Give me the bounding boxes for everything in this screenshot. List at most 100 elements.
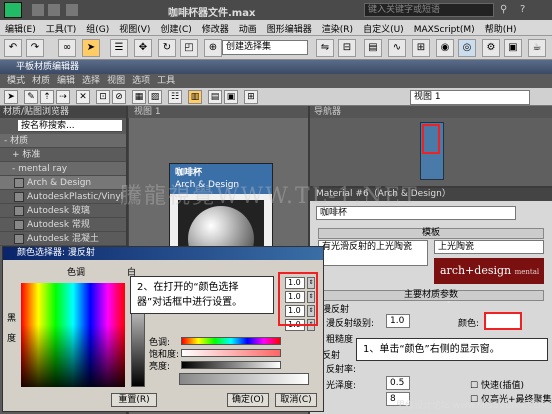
put-to-scene-icon[interactable]: ⇡ [40,90,54,104]
material-swatch-icon [14,219,24,230]
roughness-label: 粗糙度 [326,335,354,345]
value-slider[interactable] [181,361,281,369]
material-editor-icon[interactable]: ◉ [436,39,454,57]
main-params-rollout[interactable]: 主要材质参数 [318,290,544,301]
hue-label: 色调 [67,268,86,278]
menu-graph-editors[interactable]: 图形编辑器 [262,20,317,37]
delete-icon[interactable]: ✕ [76,90,90,104]
render-teapot-icon[interactable]: ☕ [528,39,546,57]
menu-rendering[interactable]: 渲染(R) [317,20,358,37]
browser-item-concrete[interactable]: Autodesk 混凝土 [0,232,126,246]
browser-group-materials[interactable]: - 材质 [0,134,126,148]
slate-editor-toolbar: ➤ ✎ ⇡ ⇢ ✕ ⊡ ⊘ ▦ ▨ ☷ ▥ ▤ ▣ ⊞ 视图 1 [0,88,552,106]
menu-help[interactable]: 帮助(H) [480,20,522,37]
select-by-name-icon[interactable]: ☰ [110,39,128,57]
arch-design-logo: arch+design mental ray [434,258,544,303]
select-by-material-icon[interactable]: ⊞ [244,90,258,104]
assign-material-icon[interactable]: ⇢ [56,90,70,104]
redo-icon[interactable]: ↷ [26,39,44,57]
scale-icon[interactable]: ◰ [180,39,198,57]
layer-icon[interactable]: ▤ [364,39,382,57]
select-object-icon[interactable]: ➤ [82,39,100,57]
hue-spectrum[interactable] [21,283,125,387]
view-tab[interactable]: 视图 1 [128,106,308,118]
menu-modifiers[interactable]: 修改器 [197,20,234,37]
diffuse-color-swatch[interactable] [484,312,522,330]
move-icon[interactable]: ✥ [134,39,152,57]
show-background-icon[interactable]: ▨ [148,90,162,104]
browser-item-arch-design[interactable]: Arch & Design [0,176,126,190]
menu-animation[interactable]: 动画 [234,20,262,37]
material-map-navigator-icon[interactable]: ▤ [208,90,222,104]
black-label: 黑 [7,314,17,324]
save-file-icon[interactable] [66,4,78,16]
slate-menu-utilities[interactable]: 工具 [157,76,175,86]
watermark: 騰龍視覺WWW.TL-1.NET [120,184,419,209]
color-preview [179,373,309,385]
eyedropper-icon[interactable]: ✎ [24,90,38,104]
layout-children-icon[interactable]: ▥ [188,90,202,104]
menu-maxscript[interactable]: MAXScript(M) [409,23,480,37]
search-input[interactable]: 键入关键字或短语 [364,3,494,17]
browser-item-glass[interactable]: Autodesk 玻璃 [0,204,126,218]
saturation-slider[interactable] [181,349,281,357]
reflection-label: 反射 [322,351,341,361]
render-frame-icon[interactable]: ▣ [504,39,522,57]
snap-icon[interactable]: ⊕ [204,39,222,57]
slate-menu-select[interactable]: 选择 [82,76,100,86]
rgb-highlight-box [278,272,318,326]
slate-menu-options[interactable]: 选项 [132,76,150,86]
browser-group-mental-ray[interactable]: - mental ray [0,162,126,176]
browser-item-plastic[interactable]: AutodeskPlastic/Vinyl [0,190,126,204]
slate-editor-menu: 模式 材质 编辑 选择 视图 选项 工具 [0,74,552,88]
menu-group[interactable]: 组(G) [81,20,114,37]
template-combo[interactable]: 上光陶瓷 [434,240,544,254]
menu-tools[interactable]: 工具(T) [41,20,82,37]
app-logo-icon[interactable] [4,2,22,18]
render-setup-icon[interactable]: ⚙ [482,39,500,57]
browser-search-input[interactable]: 按名称搜索... [18,120,122,132]
move-children-icon[interactable]: ⊡ [96,90,110,104]
slate-editor-icon[interactable]: ◎ [458,39,476,57]
layout-icon[interactable]: ☷ [168,90,182,104]
undo-icon[interactable]: ↶ [4,39,22,57]
curve-editor-icon[interactable]: ∿ [388,39,406,57]
selection-set-combo[interactable]: 创建选择集 [222,40,308,55]
menu-customize[interactable]: 自定义(U) [358,20,409,37]
gloss-field[interactable]: 0.5 [386,376,410,390]
slate-menu-view[interactable]: 视图 [107,76,125,86]
hue-slider[interactable] [181,337,281,345]
show-map-icon[interactable]: ▦ [132,90,146,104]
diffuse-level-label: 漫反射级别: [326,319,375,329]
template-rollout[interactable]: 模板 [318,228,544,239]
rotate-icon[interactable]: ↻ [158,39,176,57]
callout-2: 2、在打开的“颜色选择 器”对话框中进行设置。 [130,276,274,314]
browser-group-standard[interactable]: + 标准 [0,148,126,162]
slate-menu-material[interactable]: 材质 [32,76,50,86]
align-icon[interactable]: ⊟ [338,39,356,57]
select-tool-icon[interactable]: ➤ [4,90,18,104]
reset-button[interactable]: 重置(R) [111,393,157,407]
slate-menu-edit[interactable]: 编辑 [57,76,75,86]
view-selector[interactable]: 视图 1 [410,90,530,105]
browser-item-generic[interactable]: Autodesk 常规 [0,218,126,232]
slate-menu-modes[interactable]: 模式 [7,76,25,86]
new-file-icon[interactable] [32,4,44,16]
ok-button[interactable]: 确定(O) [227,393,269,407]
hide-unused-icon[interactable]: ⊘ [112,90,126,104]
color-selector-dialog: 颜色选择器: 漫反射 色调 白 黑 度 1.0 ⇕ 1.0 ⇕ 1.0 ⇕ 1.… [2,246,324,412]
fast-interp-checkbox[interactable]: ☐ 快速(插值) [470,378,524,391]
help-icon[interactable]: ? [520,4,525,15]
mirror-icon[interactable]: ⇋ [316,39,334,57]
schematic-icon[interactable]: ⊞ [412,39,430,57]
open-file-icon[interactable] [48,4,60,16]
link-icon[interactable]: ∞ [58,39,76,57]
cancel-button[interactable]: 取消(C) [275,393,317,407]
menu-views[interactable]: 视图(V) [114,20,155,37]
menu-edit[interactable]: 编辑(E) [0,20,41,37]
menu-create[interactable]: 创建(C) [155,20,196,37]
binoculars-icon[interactable]: ⚲ [500,4,507,15]
navigator-viewport-frame[interactable] [422,124,440,154]
diffuse-level-field[interactable]: 1.0 [386,314,410,328]
parameter-editor-icon[interactable]: ▣ [224,90,238,104]
